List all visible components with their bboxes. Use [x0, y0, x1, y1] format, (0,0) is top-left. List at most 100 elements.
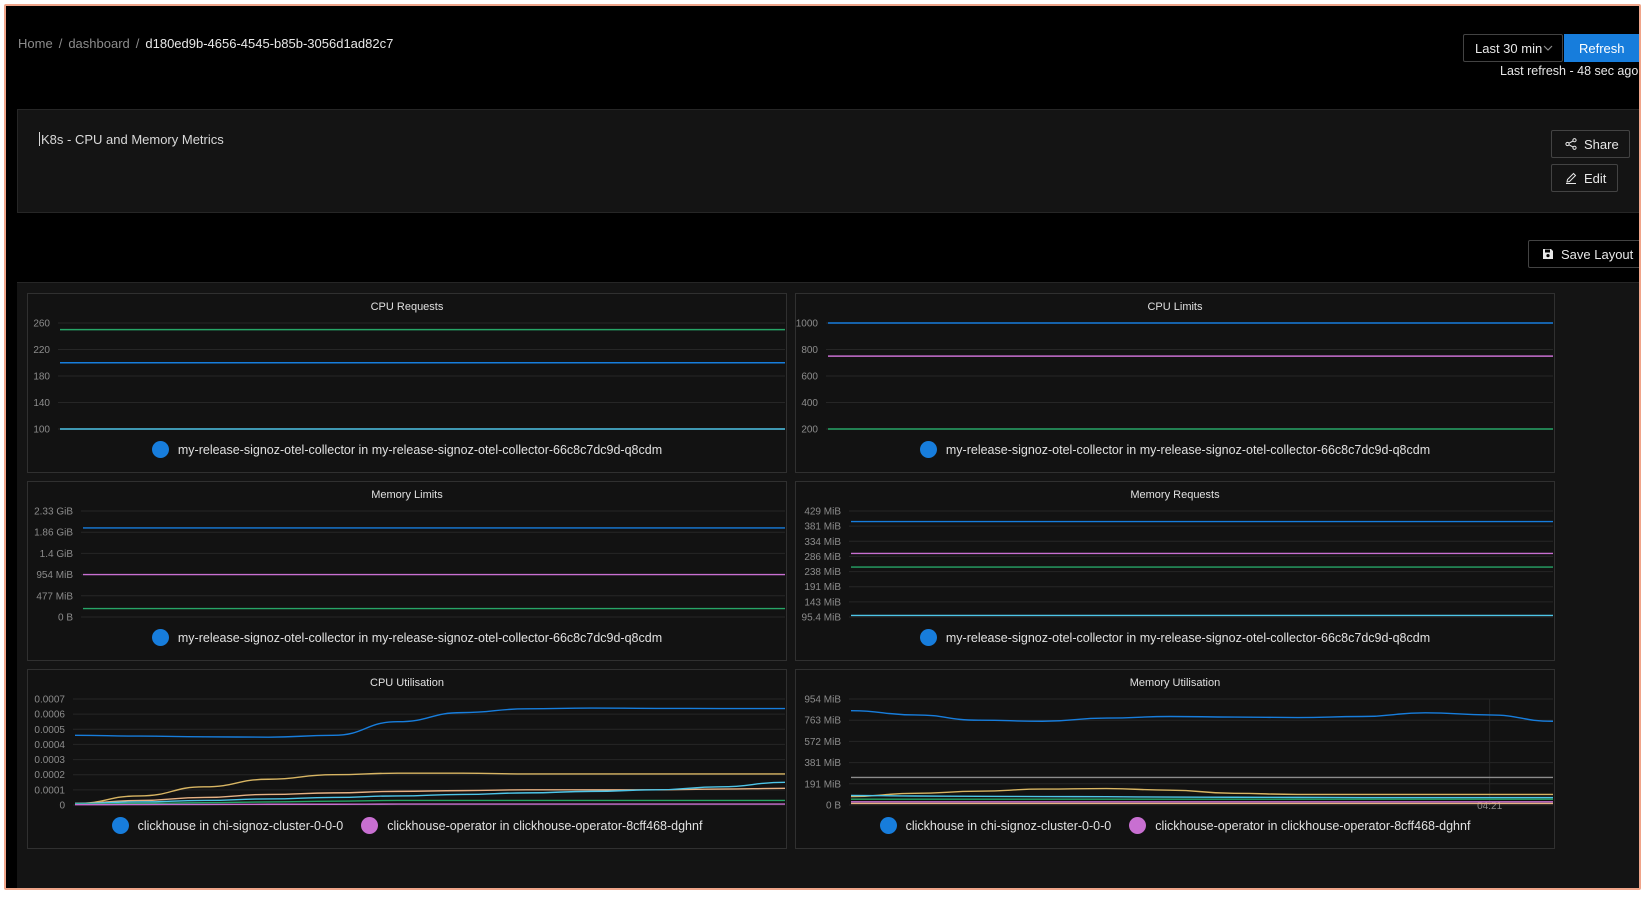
- y-tick-label: 140: [33, 398, 50, 409]
- y-tick-label: 238 MiB: [804, 567, 841, 578]
- y-tick-label: 0.0004: [34, 740, 65, 751]
- y-tick-label: 2.33 GiB: [34, 507, 73, 518]
- chart-legend: my-release-signoz-otel-collector in my-r…: [796, 629, 1554, 646]
- legend-item[interactable]: clickhouse-operator in clickhouse-operat…: [361, 817, 702, 834]
- widget-memory-utilisation[interactable]: Memory Utilisation 954 MiB 763 MiB 572 MiB 3…: [795, 669, 1555, 849]
- breadcrumb: Home / dashboard / d180ed9b-4656-4545-b85b-3…: [18, 36, 393, 51]
- y-tick-label: 0.0006: [34, 710, 65, 721]
- legend-color-dot: [111, 817, 129, 834]
- y-tick-label: 200: [801, 425, 818, 436]
- series-line: [850, 794, 1553, 799]
- legend-item[interactable]: my-release-signoz-otel-collector in my-r…: [919, 441, 1431, 458]
- legend-color-dot: [151, 441, 169, 458]
- dashboard-title[interactable]: K8s - CPU and Memory Metrics: [39, 132, 224, 147]
- time-range-select[interactable]: Last 30 min: [1463, 34, 1563, 62]
- x-tick-label: 04:21: [1477, 801, 1502, 812]
- y-tick-label: 763 MiB: [804, 716, 841, 727]
- legend-item[interactable]: clickhouse in chi-signoz-cluster-0-0-0: [111, 817, 344, 834]
- y-tick-label: 954 MiB: [36, 570, 73, 581]
- save-layout-label: Save Layout: [1561, 246, 1634, 262]
- legend-label: my-release-signoz-otel-collector in my-r…: [177, 442, 663, 457]
- refresh-button[interactable]: Refresh: [1564, 34, 1639, 62]
- y-tick-label: 220: [33, 345, 50, 356]
- y-tick-label: 800: [801, 345, 818, 356]
- legend-label: my-release-signoz-otel-collector in my-r…: [177, 630, 663, 645]
- y-tick-label: 334 MiB: [804, 537, 841, 548]
- edit-icon: [1566, 172, 1577, 184]
- y-tick-label: 381 MiB: [804, 758, 841, 769]
- y-tick-label: 1.86 GiB: [34, 528, 73, 539]
- legend-label: my-release-signoz-otel-collector in my-r…: [945, 442, 1431, 457]
- y-tick-label: 381 MiB: [804, 522, 841, 533]
- dashboard-description-panel: K8s - CPU and Memory Metrics Share Edit: [17, 109, 1639, 213]
- y-tick-label: 0 B: [58, 613, 73, 624]
- breadcrumb-current: d180ed9b-4656-4545-b85b-3056d1ad82c7: [145, 36, 394, 51]
- y-tick-label: 100: [33, 425, 50, 436]
- y-tick-label: 429 MiB: [804, 507, 841, 518]
- legend-color-dot: [1129, 817, 1147, 834]
- y-tick-label: 191 MiB: [804, 779, 841, 790]
- chevron-down-icon: [1543, 45, 1553, 51]
- y-tick-label: 260: [33, 319, 50, 330]
- widget-grid: CPU Requests 260 220 180 140 100 my-release-si…: [17, 282, 1639, 888]
- y-tick-label: 0.0002: [34, 770, 65, 781]
- widget-memory-requests[interactable]: Memory Requests 429 MiB 381 MiB 334 MiB 286 …: [795, 481, 1555, 661]
- y-tick-label: 572 MiB: [804, 737, 841, 748]
- y-tick-label: 1000: [796, 319, 818, 330]
- series-line: [74, 803, 785, 806]
- edit-button[interactable]: Edit: [1551, 164, 1618, 192]
- screenshot-frame: Home / dashboard / d180ed9b-4656-4545-b85b-3…: [4, 4, 1641, 890]
- widget-memory-limits[interactable]: Memory Limits 2.33 GiB 1.86 GiB 1.4 GiB 954 …: [27, 481, 787, 661]
- legend-item[interactable]: clickhouse in chi-signoz-cluster-0-0-0: [879, 817, 1112, 834]
- save-layout-button[interactable]: Save Layout: [1528, 240, 1639, 268]
- chart-legend: clickhouse in chi-signoz-cluster-0-0-0 cl…: [28, 817, 786, 834]
- time-range-value: Last 30 min: [1475, 40, 1543, 56]
- legend-color-dot: [361, 817, 379, 834]
- chart-legend: my-release-signoz-otel-collector in my-r…: [796, 441, 1554, 458]
- legend-color-dot: [879, 817, 897, 834]
- widget-cpu-requests[interactable]: CPU Requests 260 220 180 140 100 my-release-si…: [27, 293, 787, 473]
- y-tick-label: 954 MiB: [804, 695, 841, 706]
- widget-cpu-limits[interactable]: CPU Limits 1000 800 600 400 200 my-release-sig…: [795, 293, 1555, 473]
- share-icon: [1565, 138, 1577, 150]
- legend-color-dot: [151, 629, 169, 646]
- breadcrumb-separator: /: [58, 36, 63, 51]
- last-refresh-text: Last refresh - 48 sec ago: [1500, 64, 1639, 78]
- y-tick-label: 0 B: [826, 801, 841, 812]
- series-line: [850, 787, 1553, 798]
- dashboard-title-text: K8s - CPU and Memory Metrics: [41, 132, 224, 147]
- share-label: Share: [1584, 136, 1619, 152]
- legend-item[interactable]: my-release-signoz-otel-collector in my-r…: [151, 629, 663, 646]
- series-line: [74, 772, 785, 805]
- legend-label: clickhouse-operator in clickhouse-operat…: [1155, 818, 1471, 833]
- chart-legend: my-release-signoz-otel-collector in my-r…: [28, 629, 786, 646]
- widget-cpu-utilisation[interactable]: CPU Utilisation 0.0007 0.0006 0.0005 0.0004 0…: [27, 669, 787, 849]
- share-button[interactable]: Share: [1551, 130, 1630, 158]
- y-tick-label: 477 MiB: [36, 591, 73, 602]
- legend-label: my-release-signoz-otel-collector in my-r…: [945, 630, 1431, 645]
- legend-item[interactable]: clickhouse-operator in clickhouse-operat…: [1129, 817, 1470, 834]
- breadcrumb-home[interactable]: Home: [18, 36, 53, 51]
- y-tick-label: 1.4 GiB: [40, 549, 74, 560]
- y-tick-label: 0.0007: [34, 695, 65, 706]
- legend-item[interactable]: my-release-signoz-otel-collector in my-r…: [151, 441, 663, 458]
- series-line: [850, 709, 1554, 722]
- legend-item[interactable]: my-release-signoz-otel-collector in my-r…: [919, 629, 1431, 646]
- breadcrumb-dashboard[interactable]: dashboard: [68, 36, 129, 51]
- y-tick-label: 95.4 MiB: [802, 613, 842, 624]
- y-tick-label: 286 MiB: [804, 552, 841, 563]
- y-tick-label: 400: [801, 398, 818, 409]
- legend-label: clickhouse in chi-signoz-cluster-0-0-0: [905, 818, 1112, 833]
- y-tick-label: 0: [59, 801, 65, 812]
- series-line: [74, 707, 785, 738]
- legend-label: clickhouse-operator in clickhouse-operat…: [387, 818, 703, 833]
- y-tick-label: 180: [33, 372, 50, 383]
- text-cursor: [39, 132, 40, 146]
- chart-legend: my-release-signoz-otel-collector in my-r…: [28, 441, 786, 458]
- legend-color-dot: [919, 441, 937, 458]
- y-tick-label: 0.0001: [34, 785, 65, 796]
- legend-label: clickhouse in chi-signoz-cluster-0-0-0: [137, 818, 344, 833]
- breadcrumb-separator: /: [135, 36, 140, 51]
- legend-color-dot: [919, 629, 937, 646]
- y-tick-label: 143 MiB: [804, 597, 841, 608]
